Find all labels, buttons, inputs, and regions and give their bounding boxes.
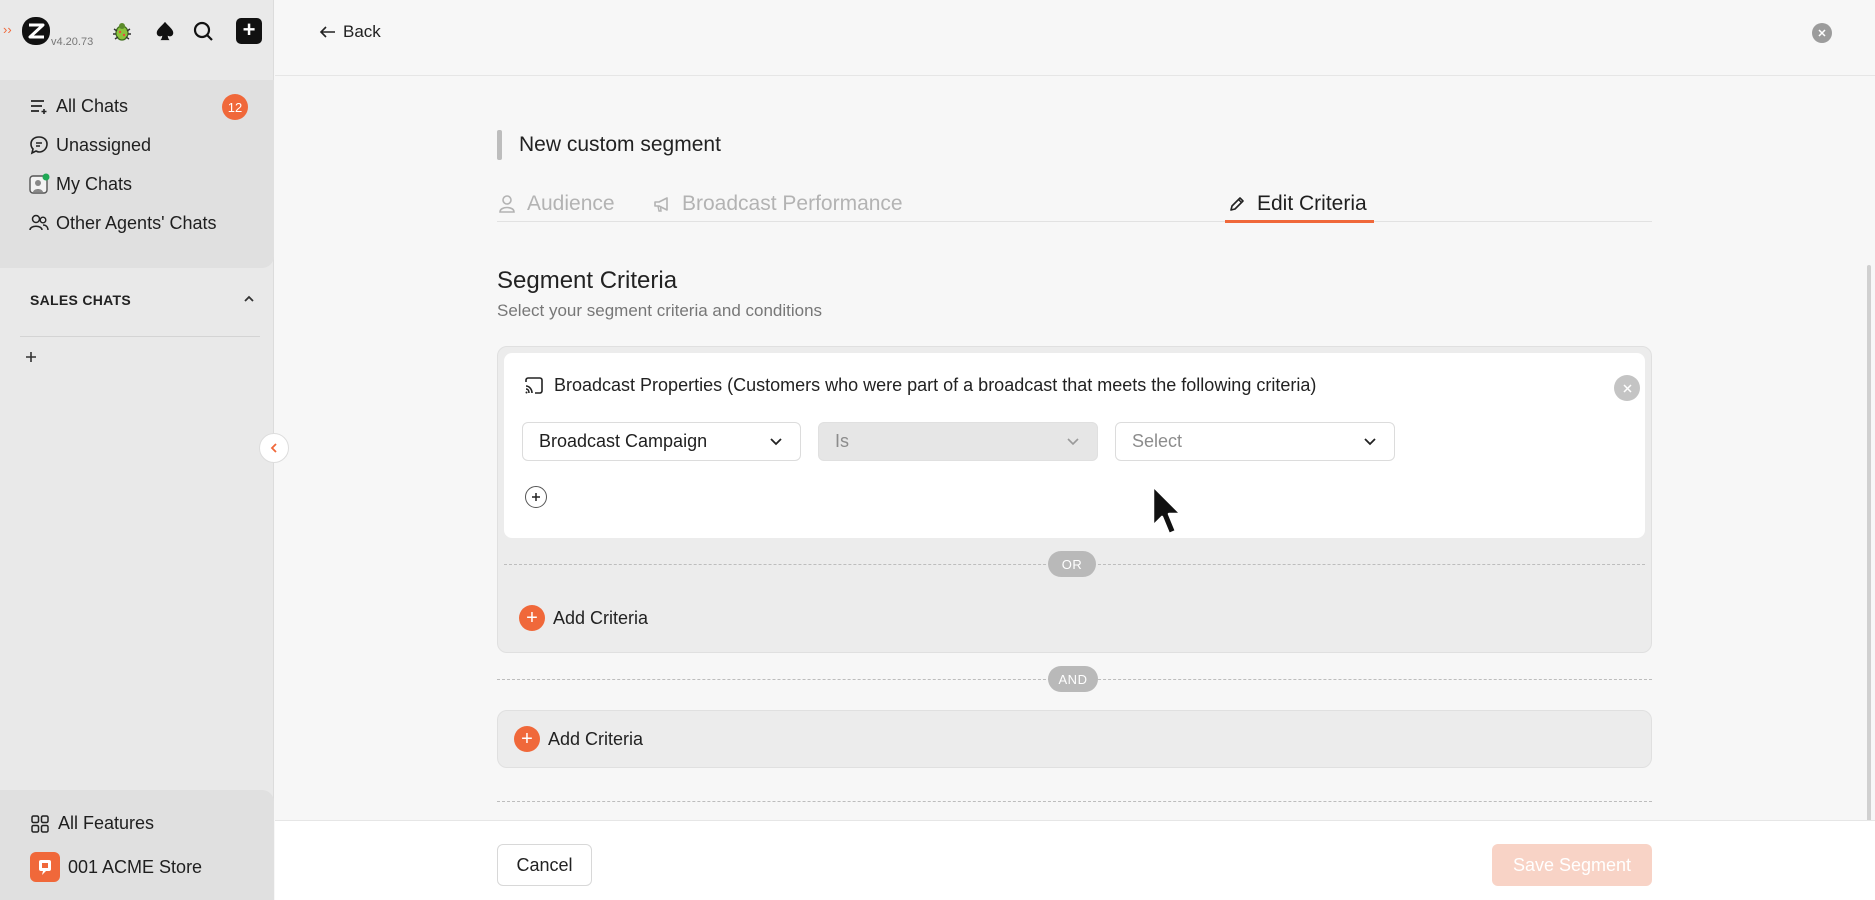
close-icon [1818, 29, 1826, 37]
active-tab-indicator [1225, 220, 1374, 223]
megaphone-icon [652, 194, 672, 214]
all-features-link[interactable]: All Features [30, 813, 154, 834]
grid-icon [30, 814, 50, 834]
all-chats-icon [28, 95, 50, 117]
save-segment-button[interactable]: Save Segment [1492, 844, 1652, 886]
collapse-sidebar-button[interactable] [259, 433, 289, 463]
footer: Cancel Save Segment [275, 820, 1875, 900]
agents-icon [28, 212, 50, 234]
field-select-value: Broadcast Campaign [539, 431, 708, 451]
card-heading: Broadcast Properties (Customers who were… [524, 375, 1316, 396]
operator-select-value: Is [835, 431, 850, 451]
value-select-placeholder: Select [1132, 431, 1183, 451]
chevron-left-icon [270, 443, 277, 453]
sidebar-item-label: All Chats [56, 95, 129, 116]
sidebar-item-other-agents[interactable]: Other Agents' Chats [28, 208, 217, 238]
and-pill: AND [1048, 666, 1098, 692]
sidebar-bottom [0, 790, 274, 900]
spade-icon[interactable] [151, 17, 179, 45]
plus-circle-icon: + [519, 605, 545, 631]
back-label: Back [343, 22, 381, 41]
or-pill: OR [1048, 551, 1096, 577]
divider [20, 336, 260, 337]
plus-circle-icon: + [514, 726, 540, 752]
main-header: Back [275, 0, 1875, 76]
tab-audience[interactable]: Audience [497, 186, 615, 222]
criteria-card: Broadcast Properties (Customers who were… [504, 353, 1645, 538]
section-title: SALES CHATS [30, 292, 132, 308]
title-accent-bar [497, 130, 502, 160]
scrollbar[interactable] [1867, 265, 1871, 825]
tab-label: Edit Criteria [1257, 192, 1367, 215]
sidebar-item-unassigned[interactable]: Unassigned [28, 130, 151, 160]
tab-broadcast-performance[interactable]: Broadcast Performance [652, 186, 903, 222]
bottom-divider-line [497, 801, 1652, 802]
store-switcher[interactable]: 001 ACME Store [30, 852, 202, 882]
store-name: 001 ACME Store [68, 856, 203, 877]
card-heading-text: Broadcast Properties (Customers who were… [554, 375, 1317, 395]
sidebar-item-my-chats[interactable]: My Chats [28, 169, 132, 199]
tab-label: Broadcast Performance [682, 192, 903, 215]
pencil-icon [1227, 194, 1247, 214]
add-criteria-label: Add Criteria [548, 728, 644, 749]
sidebar-topbar: ›› v4.20.73 + [0, 0, 274, 64]
app-version: v4.20.73 [51, 36, 94, 48]
chevron-up-icon[interactable] [242, 292, 256, 309]
unread-count-badge: 12 [222, 94, 248, 120]
segment-title[interactable]: New custom segment [519, 133, 721, 157]
chevron-down-icon [1067, 438, 1079, 446]
sidebar-item-label: My Chats [56, 173, 133, 194]
plus-icon [532, 493, 540, 501]
back-button[interactable]: Back [319, 22, 381, 42]
mouse-cursor-icon [1151, 484, 1183, 536]
arrow-left-icon [319, 26, 335, 38]
main-panel: Back New custom segment Audience Broadca… [275, 0, 1875, 900]
chevron-down-icon [1364, 438, 1376, 446]
chevron-down-icon [770, 438, 782, 446]
tab-label: Audience [527, 192, 615, 215]
new-chat-button[interactable]: + [235, 17, 263, 45]
tab-edit-criteria[interactable]: Edit Criteria [1227, 186, 1367, 222]
cast-icon [524, 376, 544, 395]
all-features-label: All Features [58, 813, 155, 833]
remove-criteria-button[interactable] [1614, 375, 1640, 401]
plus-icon: + [236, 18, 262, 44]
bug-icon[interactable] [108, 17, 136, 45]
add-section-item-button[interactable] [24, 348, 38, 369]
cancel-button[interactable]: Cancel [497, 844, 592, 886]
add-or-criteria-button[interactable]: + Add Criteria [519, 605, 648, 631]
add-and-criteria-button[interactable]: + Add Criteria [514, 726, 643, 752]
my-chats-icon [28, 173, 50, 195]
add-criteria-label: Add Criteria [553, 607, 649, 628]
criteria-title: Segment Criteria [497, 267, 678, 294]
field-select[interactable]: Broadcast Campaign [522, 422, 801, 461]
sidebar: ›› v4.20.73 + All Chats 12 Unassigned My… [0, 0, 274, 900]
sidebar-item-label: Other Agents' Chats [56, 212, 217, 233]
app-logo [22, 17, 50, 45]
store-icon [30, 852, 60, 882]
person-icon [497, 194, 517, 214]
unassigned-icon [28, 134, 50, 156]
value-select[interactable]: Select [1115, 422, 1395, 461]
operator-select[interactable]: Is [818, 422, 1098, 461]
sidebar-item-all-chats[interactable]: All Chats [28, 91, 128, 121]
segment-tabs: Audience Broadcast Performance Edit Crit… [497, 186, 1652, 222]
add-condition-button[interactable] [525, 486, 547, 508]
close-icon [1622, 383, 1632, 393]
close-button[interactable] [1812, 23, 1832, 43]
expand-arrows-icon[interactable]: ›› [3, 22, 12, 37]
sidebar-item-label: Unassigned [56, 134, 152, 155]
criteria-subtitle: Select your segment criteria and conditi… [497, 301, 823, 320]
criteria-group-2 [497, 710, 1652, 768]
search-icon[interactable] [189, 17, 217, 45]
